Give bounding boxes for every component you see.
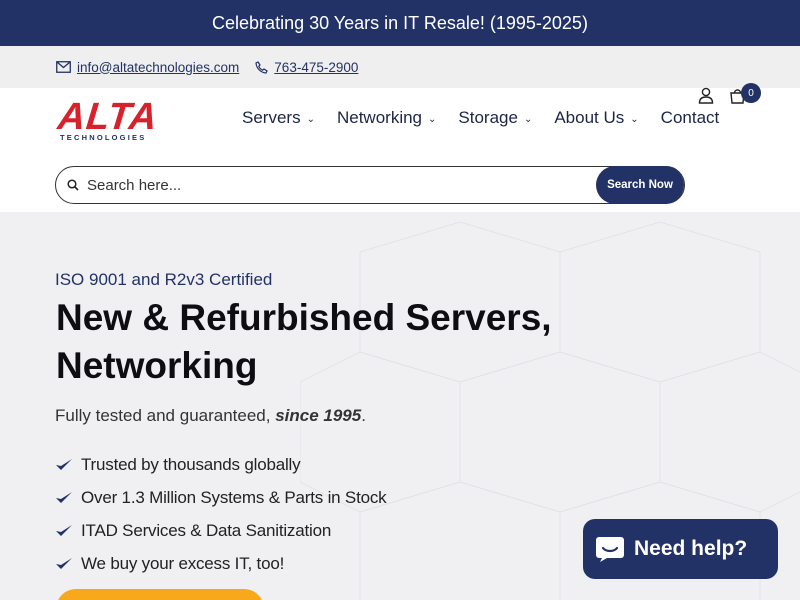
search-icon (67, 179, 79, 191)
nav-item-networking[interactable]: Networking ⌄ (337, 108, 436, 128)
contact-bar: info@altatechnologies.com 763-475-2900 (0, 46, 800, 88)
phone-link[interactable]: 763-475-2900 (274, 60, 358, 75)
checkmark-icon (56, 491, 72, 503)
site-header: ALTA TECHNOLOGIES Servers ⌄ Networking ⌄ S… (0, 88, 800, 212)
logo[interactable]: ALTA TECHNOLOGIES (55, 96, 160, 142)
checkmark-icon (56, 458, 72, 470)
checkmark-icon (56, 557, 72, 569)
chat-label: Need help? (634, 537, 748, 560)
feature-list: Trusted by thousands globally Over 1.3 M… (55, 448, 387, 580)
checkmark-icon (56, 524, 72, 536)
nav-item-storage[interactable]: Storage ⌄ (458, 108, 532, 128)
nav-label: Storage (458, 108, 518, 127)
subtitle-prefix: Fully tested and guaranteed, (55, 406, 276, 425)
feature-text: Over 1.3 Million Systems & Parts in Stoc… (81, 487, 387, 507)
announcement-text: Celebrating 30 Years in IT Resale! (1995… (212, 12, 588, 33)
subtitle-emphasis: since 1995 (275, 406, 362, 425)
cart-count-badge: 0 (741, 83, 761, 103)
nav-item-about-us[interactable]: About Us ⌄ (554, 108, 638, 128)
chevron-down-icon: ⌄ (306, 113, 315, 125)
mail-icon (56, 61, 71, 73)
chevron-down-icon: ⌄ (630, 113, 639, 125)
list-item: ITAD Services & Data Sanitization (55, 514, 386, 547)
hero-headline: New & Refurbished Servers, Networking (56, 297, 552, 386)
phone-icon (255, 60, 269, 74)
feature-text: We buy your excess IT, too! (81, 553, 285, 573)
phone-contact[interactable]: 763-475-2900 (255, 60, 358, 75)
announcement-bar: Celebrating 30 Years in IT Resale! (1995… (0, 0, 800, 46)
nav-label: Contact (660, 108, 720, 127)
cta-button[interactable] (56, 589, 264, 600)
list-item: We buy your excess IT, too! (55, 547, 386, 580)
logo-wordmark: ALTA (55, 96, 160, 138)
search-input[interactable] (87, 176, 684, 194)
feature-text: Trusted by thousands globally (81, 454, 301, 474)
email-contact[interactable]: info@altatechnologies.com (56, 60, 239, 75)
list-item: Trusted by thousands globally (55, 448, 386, 481)
chevron-down-icon: ⌄ (523, 113, 533, 125)
chat-help-button[interactable]: Need help? (583, 519, 778, 579)
account-icon[interactable] (698, 87, 714, 104)
search-now-button[interactable]: Search Now (596, 166, 684, 204)
nav-label: About Us (554, 108, 625, 127)
chat-bubble-icon (596, 537, 624, 562)
nav-item-contact[interactable]: Contact (661, 108, 720, 128)
hero-subtitle: Fully tested and guaranteed, since 1995. (55, 406, 366, 426)
certification-text: ISO 9001 and R2v3 Certified (55, 270, 273, 289)
main-nav: Servers ⌄ Networking ⌄ Storage ⌄ About Us ⌄ … (242, 108, 741, 128)
subtitle-suffix: . (361, 406, 366, 425)
chevron-down-icon: ⌄ (428, 113, 437, 125)
email-link[interactable]: info@altatechnologies.com (77, 60, 239, 75)
search-bar: Search Now (55, 166, 685, 204)
feature-text: ITAD Services & Data Sanitization (81, 520, 332, 540)
nav-label: Servers (242, 108, 301, 127)
nav-item-servers[interactable]: Servers ⌄ (242, 108, 315, 128)
nav-label: Networking (336, 108, 423, 127)
list-item: Over 1.3 Million Systems & Parts in Stoc… (55, 481, 387, 514)
